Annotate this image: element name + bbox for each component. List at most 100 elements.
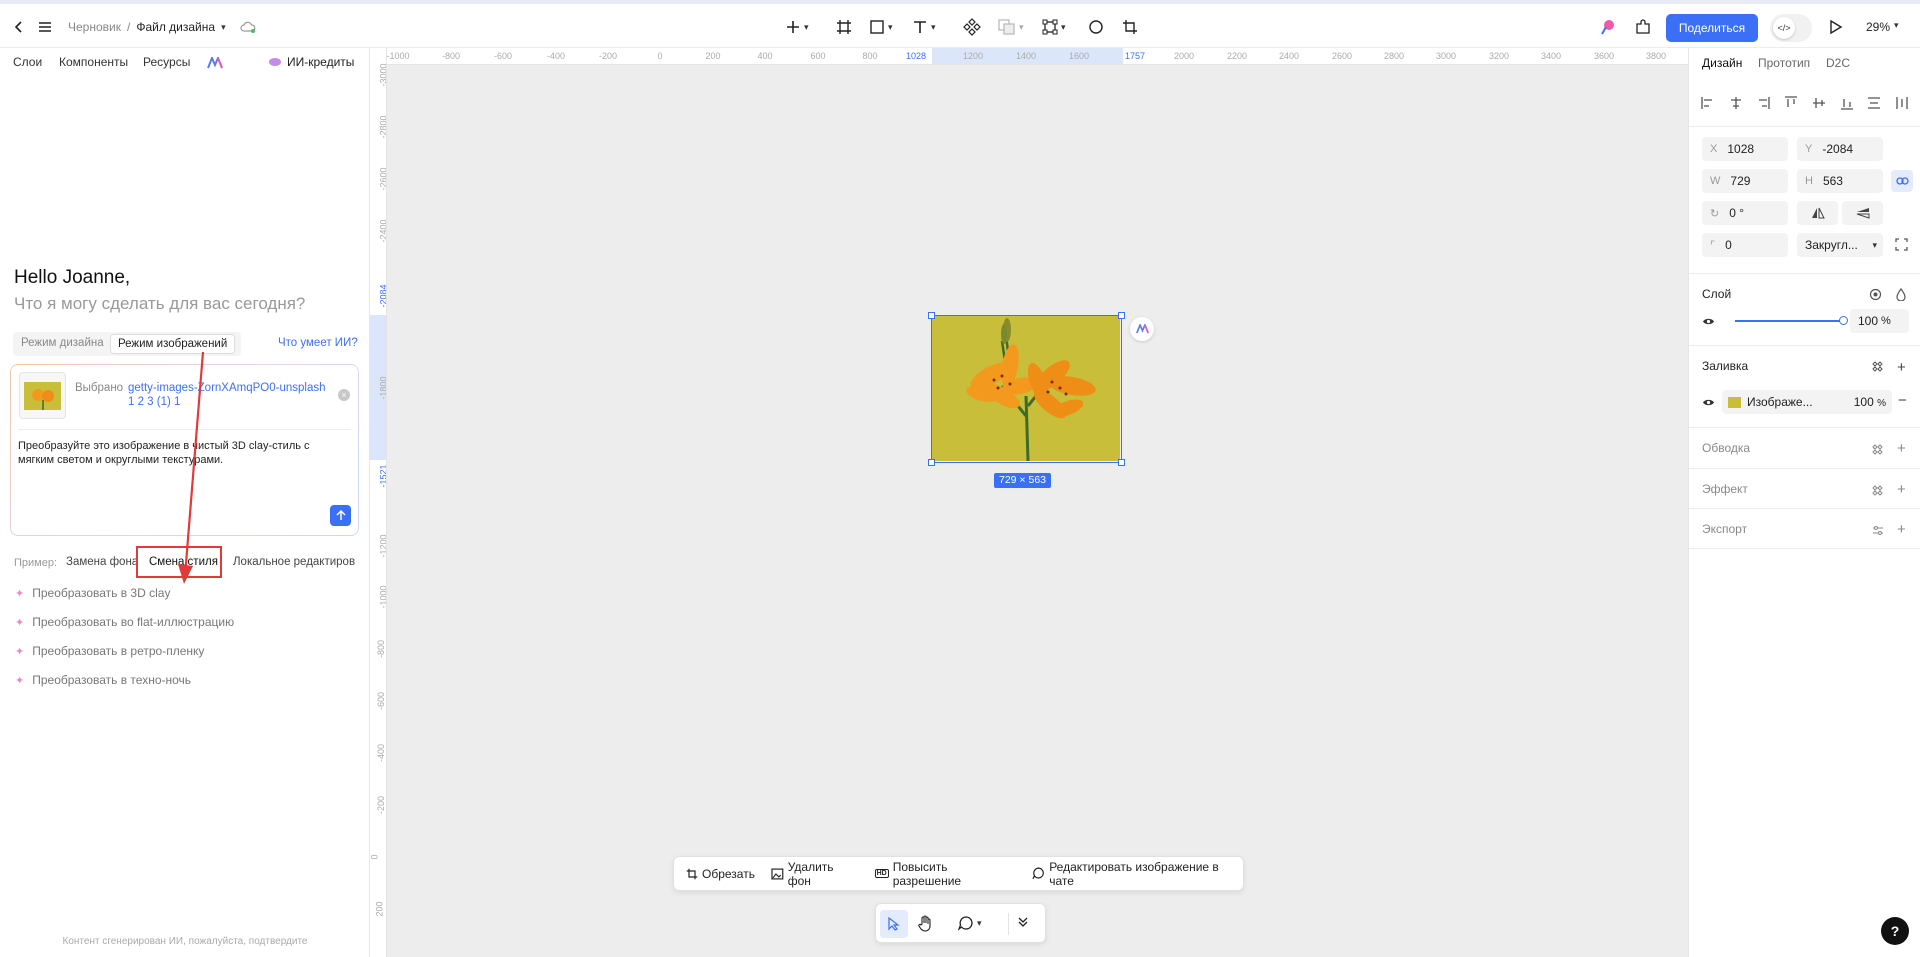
visibility-eye-icon[interactable] bbox=[1702, 317, 1715, 326]
remove-selection-icon[interactable]: × bbox=[338, 389, 350, 401]
fill-row[interactable]: Изображе... 100 % bbox=[1722, 390, 1892, 414]
boolean-tool-icon[interactable]: ▾ bbox=[998, 16, 1024, 38]
share-button[interactable]: Поделиться bbox=[1666, 14, 1758, 42]
styles-grid-icon[interactable] bbox=[1872, 361, 1883, 372]
x-field[interactable]: X 1028 bbox=[1702, 137, 1788, 161]
tab-assets[interactable]: Ресурсы bbox=[143, 55, 190, 69]
tab-d2c[interactable]: D2C bbox=[1826, 56, 1850, 70]
align-center-h-icon[interactable] bbox=[1729, 96, 1743, 110]
distribute-icon[interactable] bbox=[1867, 96, 1881, 110]
fill-section-title: Заливка bbox=[1702, 359, 1749, 373]
blend-mode-icon[interactable] bbox=[1869, 288, 1882, 301]
corner-type-value: Закругл... bbox=[1805, 238, 1858, 252]
zoom-level[interactable]: 29% ▾ bbox=[1866, 20, 1899, 34]
canvas[interactable] bbox=[370, 48, 1688, 957]
help-button[interactable]: ? bbox=[1881, 917, 1909, 945]
crop-tool-icon[interactable] bbox=[1122, 16, 1138, 38]
frame-tool-icon[interactable] bbox=[836, 16, 852, 38]
y-field[interactable]: Y -2084 bbox=[1797, 137, 1883, 161]
text-tool-icon[interactable]: ▾ bbox=[912, 16, 936, 38]
resize-handle[interactable] bbox=[1118, 459, 1125, 466]
resize-handle[interactable] bbox=[928, 459, 935, 466]
back-icon[interactable] bbox=[12, 16, 26, 38]
example-tab-bg-replace[interactable]: Замена фона bbox=[66, 556, 138, 568]
flip-horizontal-button[interactable] bbox=[1797, 201, 1838, 225]
align-bottom-icon[interactable] bbox=[1840, 96, 1854, 110]
remove-fill-icon[interactable]: − bbox=[1898, 392, 1907, 409]
edit-in-chat-button[interactable]: Редактировать изображение в чате bbox=[1032, 860, 1243, 888]
tab-image-mode[interactable]: Режим изображений bbox=[110, 334, 236, 354]
dev-mode-toggle[interactable]: </> bbox=[1770, 14, 1812, 42]
opacity-drop-icon[interactable] bbox=[1896, 288, 1906, 301]
layer-section-title: Слой bbox=[1702, 287, 1732, 301]
comment-tool-icon[interactable]: ▾ bbox=[958, 915, 982, 931]
menu-icon[interactable] bbox=[38, 16, 52, 38]
ai-quick-action-button[interactable] bbox=[1130, 317, 1154, 341]
add-fill-icon[interactable]: + bbox=[1897, 359, 1906, 376]
sparkle-icon: ✦ bbox=[15, 674, 25, 687]
rotation-field[interactable]: ↻ 0 ° bbox=[1702, 201, 1788, 225]
opacity-field[interactable]: 100% bbox=[1850, 309, 1909, 333]
distribute-h-icon[interactable] bbox=[1895, 96, 1909, 110]
ai-credits[interactable]: ИИ-кредиты bbox=[268, 55, 354, 69]
tab-layers[interactable]: Слои bbox=[13, 55, 42, 69]
ai-assistant-icon[interactable] bbox=[1598, 16, 1616, 38]
file-name[interactable]: Файл дизайна bbox=[136, 20, 215, 34]
align-left-icon[interactable] bbox=[1701, 96, 1715, 110]
what-ai-can-link[interactable]: Что умеет ИИ? bbox=[278, 337, 358, 349]
align-center-v-icon[interactable] bbox=[1812, 96, 1826, 110]
align-right-icon[interactable] bbox=[1756, 96, 1771, 110]
constrain-proportions-button[interactable] bbox=[1891, 170, 1913, 192]
corner-type-select[interactable]: Закругл... ▾ bbox=[1797, 233, 1883, 257]
styles-grid-icon[interactable] bbox=[1872, 485, 1883, 496]
add-stroke-icon[interactable]: + bbox=[1897, 440, 1906, 457]
suggestion-3d-clay[interactable]: ✦ Преобразовать в 3D clay bbox=[15, 586, 170, 600]
selected-image[interactable] bbox=[928, 312, 1125, 466]
add-export-icon[interactable]: + bbox=[1897, 521, 1906, 538]
independent-corners-icon[interactable] bbox=[1895, 238, 1908, 251]
tab-design-mode[interactable]: Режим дизайна bbox=[21, 337, 104, 349]
styles-grid-icon[interactable] bbox=[1872, 444, 1883, 455]
ellipse-tool-icon[interactable] bbox=[1088, 16, 1104, 38]
breadcrumb-root[interactable]: Черновик bbox=[68, 20, 121, 34]
tab-components[interactable]: Компоненты bbox=[59, 55, 128, 69]
selected-file-name-cont[interactable]: 1 2 3 (1) 1 bbox=[128, 396, 180, 408]
resize-handle[interactable] bbox=[1118, 312, 1125, 319]
align-top-icon[interactable] bbox=[1784, 96, 1798, 110]
send-button[interactable] bbox=[330, 505, 351, 526]
selected-file-name[interactable]: getty-images-ZornXAmqPO0-unsplash bbox=[128, 382, 326, 394]
resize-handle[interactable] bbox=[928, 312, 935, 319]
height-field[interactable]: H 563 bbox=[1797, 169, 1883, 193]
tab-prototype[interactable]: Прототип bbox=[1758, 56, 1810, 70]
suggestion-flat[interactable]: ✦ Преобразовать во flat-иллюстрацию bbox=[15, 615, 234, 629]
collapse-dock-icon[interactable] bbox=[1018, 916, 1028, 928]
add-effect-icon[interactable]: + bbox=[1897, 481, 1906, 498]
move-tool-button[interactable] bbox=[880, 910, 908, 938]
corner-radius-field[interactable]: ⌜ 0 bbox=[1702, 233, 1788, 257]
opacity-slider[interactable] bbox=[1735, 316, 1848, 325]
component-tool-icon[interactable] bbox=[963, 16, 981, 38]
play-icon[interactable] bbox=[1829, 16, 1843, 38]
remove-background-button[interactable]: Удалить фон bbox=[771, 860, 859, 888]
add-tool-icon[interactable]: ▾ bbox=[785, 16, 809, 38]
example-tab-local-edit[interactable]: Локальное редактиров bbox=[233, 556, 355, 568]
ruler-tick-label: 2200 bbox=[1226, 51, 1248, 61]
corner-radius-icon: ⌜ bbox=[1710, 239, 1716, 252]
flip-vertical-button[interactable] bbox=[1842, 201, 1883, 225]
file-menu-chevron-icon[interactable]: ▾ bbox=[221, 22, 226, 33]
opacity-slider-thumb[interactable] bbox=[1839, 316, 1848, 325]
lily-thumbnail-icon bbox=[24, 381, 61, 410]
rectangle-tool-icon[interactable]: ▾ bbox=[869, 16, 893, 38]
export-settings-icon[interactable] bbox=[1872, 525, 1884, 536]
fill-visibility-eye-icon[interactable] bbox=[1702, 398, 1715, 407]
crop-image-button[interactable]: Обрезать bbox=[686, 867, 755, 881]
suggestion-retro-film[interactable]: ✦ Преобразовать в ретро-пленку bbox=[15, 644, 204, 658]
vector-tool-icon[interactable]: ▾ bbox=[1042, 16, 1066, 38]
hand-tool-icon[interactable] bbox=[918, 915, 934, 932]
upscale-button[interactable]: HD Повысить разрешение bbox=[874, 860, 1017, 888]
tab-design[interactable]: Дизайн bbox=[1702, 56, 1742, 70]
plugins-icon[interactable] bbox=[1635, 16, 1651, 38]
ai-logo-icon[interactable] bbox=[207, 57, 223, 69]
width-field[interactable]: W 729 bbox=[1702, 169, 1788, 193]
suggestion-techno-night[interactable]: ✦ Преобразовать в техно-ночь bbox=[15, 673, 191, 687]
